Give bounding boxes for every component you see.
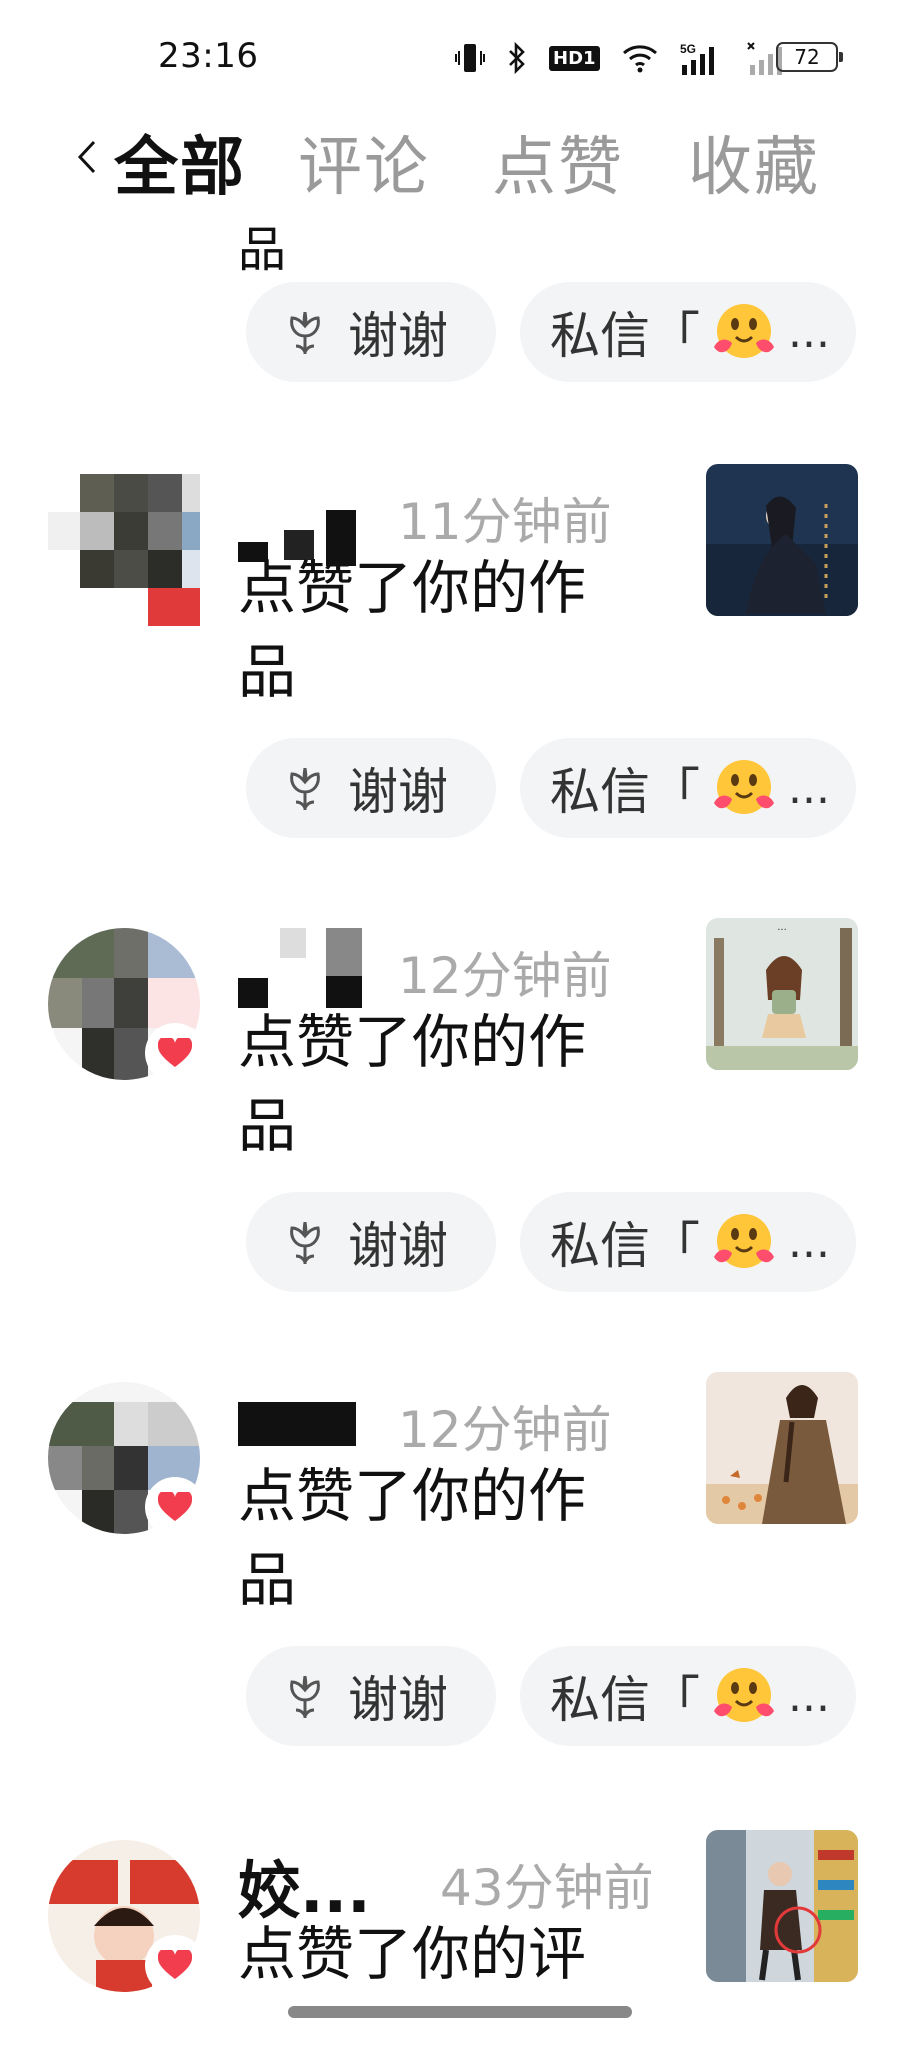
- bluetooth-icon: [507, 41, 527, 75]
- thanks-button[interactable]: 谢谢: [246, 1646, 496, 1746]
- post-thumbnail[interactable]: [706, 1830, 858, 1982]
- time-ago: 12分钟前: [398, 947, 612, 1005]
- time-ago: 12分钟前: [398, 1401, 612, 1459]
- action-buttons-row: 谢谢 私信「 ...: [246, 1192, 856, 1292]
- tab-likes[interactable]: 点赞: [492, 116, 624, 208]
- thanks-button[interactable]: 谢谢: [246, 1192, 496, 1292]
- thanks-button[interactable]: 谢谢: [246, 282, 496, 382]
- time-ago: 43分钟前: [440, 1859, 654, 1917]
- like-heart-icon: [148, 1480, 202, 1534]
- tab-bar: 全部 评论 点赞 收藏: [0, 110, 922, 210]
- tab-favorites[interactable]: 收藏: [688, 116, 820, 208]
- flower-icon: [290, 767, 320, 810]
- action-text: 点赞了你的作品: [238, 554, 587, 706]
- flower-icon: [290, 1221, 320, 1264]
- flower-icon: [290, 311, 320, 354]
- action-text: 点赞了你的作品: [238, 1008, 587, 1160]
- status-icons: HD1 5G: [455, 38, 782, 78]
- action-buttons-row: 谢谢 私信「 ...: [246, 282, 856, 382]
- dm-label: 私信「: [550, 1671, 700, 1729]
- post-thumbnail[interactable]: [706, 464, 858, 616]
- hd-icon: HD1: [549, 45, 600, 71]
- dm-label: 私信「: [550, 1217, 700, 1275]
- thanks-label: 谢谢: [348, 307, 448, 365]
- like-heart-icon: [148, 1026, 202, 1080]
- notification-item[interactable]: 12分钟前 点赞了你的作品 ...: [0, 918, 922, 1358]
- svg-text:5G: 5G: [680, 42, 696, 56]
- status-bar: 23:16 HD1 5G 72: [0, 0, 922, 110]
- flower-icon: [290, 1675, 320, 1718]
- notification-item[interactable]: 11分钟前 点赞了你的作品: [0, 464, 922, 904]
- thanks-label: 谢谢: [348, 1671, 448, 1729]
- vibrate-icon: [455, 41, 485, 75]
- dm-button[interactable]: 私信「 ...: [520, 282, 856, 382]
- dm-ellipsis: ...: [788, 306, 830, 358]
- svg-text:...: ...: [777, 922, 787, 933]
- action-text: 点赞了你的评: [238, 1920, 587, 1988]
- tab-all[interactable]: 全部: [114, 116, 246, 208]
- action-text: 点赞了你的作品: [238, 1462, 587, 1614]
- like-heart-icon: [148, 1938, 202, 1992]
- dm-label: 私信「: [550, 307, 700, 365]
- action-buttons-row: 谢谢 私信「 ...: [246, 1646, 856, 1746]
- post-thumbnail[interactable]: ...: [706, 918, 858, 1070]
- dm-label: 私信「: [550, 763, 700, 821]
- status-time: 23:16: [158, 36, 259, 76]
- dm-button[interactable]: 私信「 ...: [520, 1646, 856, 1746]
- wifi-icon: [622, 43, 658, 73]
- hug-emoji-icon: [708, 301, 778, 363]
- post-thumbnail[interactable]: [706, 1372, 858, 1524]
- thanks-label: 谢谢: [348, 763, 448, 821]
- dm-button[interactable]: 私信「 ...: [520, 1192, 856, 1292]
- dm-button[interactable]: 私信「 ...: [520, 738, 856, 838]
- time-ago: 11分钟前: [398, 493, 612, 551]
- avatar[interactable]: [48, 474, 200, 626]
- thanks-label: 谢谢: [348, 1217, 448, 1275]
- redacted-name: [238, 1402, 368, 1452]
- hug-emoji-icon: [708, 1211, 778, 1273]
- home-indicator[interactable]: [288, 2006, 632, 2018]
- hug-emoji-icon: [708, 757, 778, 819]
- dm-ellipsis: ...: [788, 1216, 830, 1268]
- signal-5g-icon: 5G: [680, 41, 724, 75]
- notification-item[interactable]: 12分钟前 点赞了你的作品: [0, 1372, 922, 1812]
- back-arrow-icon[interactable]: [72, 132, 102, 182]
- dm-ellipsis: ...: [788, 1670, 830, 1722]
- dm-ellipsis: ...: [788, 762, 830, 814]
- battery-icon: 72: [776, 42, 843, 72]
- tab-comments[interactable]: 评论: [298, 116, 430, 208]
- thanks-button[interactable]: 谢谢: [246, 738, 496, 838]
- hug-emoji-icon: [708, 1665, 778, 1727]
- partial-action-text: 品: [238, 222, 287, 278]
- action-buttons-row: 谢谢 私信「 ...: [246, 738, 856, 838]
